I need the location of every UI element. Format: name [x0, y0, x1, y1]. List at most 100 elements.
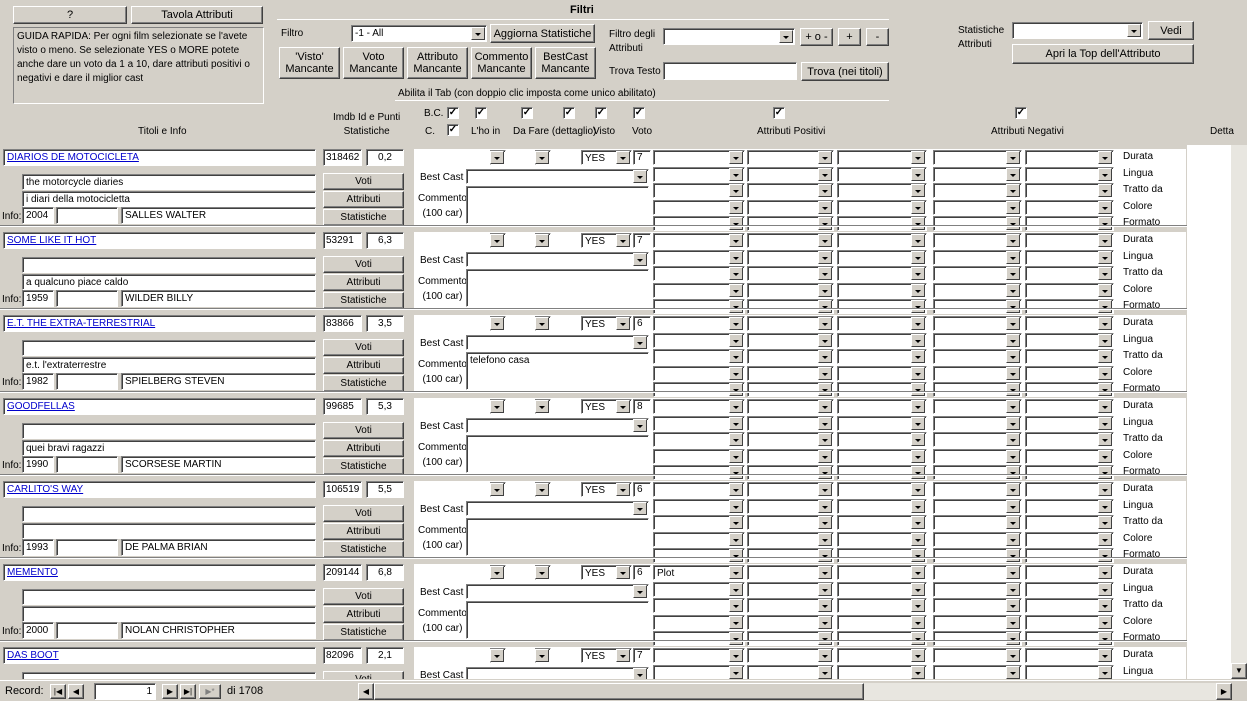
negative-attribute-select[interactable]	[1025, 250, 1114, 265]
chevron-down-icon[interactable]	[729, 583, 743, 596]
chevron-down-icon[interactable]	[818, 201, 832, 214]
comment-field[interactable]	[466, 518, 649, 556]
have-select[interactable]	[490, 150, 506, 165]
positive-attribute-select[interactable]	[653, 150, 745, 165]
negative-attribute-select[interactable]	[1025, 532, 1114, 547]
positive-attribute-select[interactable]	[837, 333, 927, 348]
chevron-down-icon[interactable]	[729, 317, 743, 330]
chevron-down-icon[interactable]	[818, 533, 832, 546]
negative-attribute-select[interactable]	[933, 482, 1022, 497]
chevron-down-icon[interactable]	[1098, 417, 1112, 430]
negative-attribute-select[interactable]	[1025, 499, 1114, 514]
positive-attribute-select[interactable]	[653, 582, 745, 597]
chevron-down-icon[interactable]	[490, 400, 504, 413]
chevron-down-icon[interactable]	[729, 533, 743, 546]
first-record-icon[interactable]: |◀	[50, 684, 66, 699]
negative-attribute-select[interactable]	[933, 233, 1022, 248]
todo-select[interactable]	[535, 648, 551, 663]
chevron-down-icon[interactable]	[911, 284, 925, 297]
missing-seen-button[interactable]: 'Visto' Mancante	[279, 47, 340, 79]
negative-attribute-select[interactable]	[1025, 283, 1114, 298]
info-extra-field[interactable]	[56, 539, 118, 556]
comment-field[interactable]	[466, 269, 649, 307]
chevron-down-icon[interactable]	[1006, 616, 1020, 629]
imdb-id-field[interactable]: 99685	[323, 398, 362, 415]
negative-attribute-select[interactable]	[933, 449, 1022, 464]
negative-attribute-select[interactable]	[1025, 416, 1114, 431]
chevron-down-icon[interactable]	[1098, 500, 1112, 513]
negative-attribute-select[interactable]	[1025, 582, 1114, 597]
chevron-down-icon[interactable]	[729, 350, 743, 363]
chevron-down-icon[interactable]	[1098, 367, 1112, 380]
negative-attribute-select[interactable]	[933, 183, 1022, 198]
chevron-down-icon[interactable]	[818, 666, 832, 679]
filter-select[interactable]: -1 - All	[351, 25, 487, 42]
negative-attribute-select[interactable]	[933, 416, 1022, 431]
statistics-button[interactable]: Statistiche	[323, 375, 404, 392]
imdb-id-field[interactable]: 318462	[323, 149, 362, 166]
chevron-down-icon[interactable]	[1006, 417, 1020, 430]
negative-attribute-select[interactable]	[1025, 266, 1114, 281]
info-extra-field[interactable]	[56, 622, 118, 639]
chevron-down-icon[interactable]	[1098, 516, 1112, 529]
chevron-down-icon[interactable]	[1098, 616, 1112, 629]
positive-attribute-select[interactable]: Plot	[653, 565, 745, 580]
tab-seen-checkbox[interactable]: ✓	[595, 107, 607, 119]
chevron-down-icon[interactable]	[1006, 201, 1020, 214]
tab-c-checkbox[interactable]: ✓	[447, 124, 459, 136]
positive-attribute-select[interactable]	[747, 349, 834, 364]
movie-title-link[interactable]: CARLITO'S WAY	[3, 481, 316, 498]
negative-attribute-select[interactable]	[933, 200, 1022, 215]
open-top-attribute-button[interactable]: Apri la Top dell'Attributo	[1012, 44, 1194, 64]
chevron-down-icon[interactable]	[1098, 583, 1112, 596]
update-stats-button[interactable]: Aggiorna Statistiche	[490, 24, 595, 43]
chevron-down-icon[interactable]	[490, 151, 504, 164]
director-field[interactable]: SALLES WALTER	[121, 207, 316, 224]
italian-title-field[interactable]	[22, 523, 316, 539]
chevron-down-icon[interactable]	[911, 533, 925, 546]
best-cast-select[interactable]	[466, 418, 649, 433]
chevron-down-icon[interactable]	[911, 168, 925, 181]
director-field[interactable]: DE PALMA BRIAN	[121, 539, 316, 556]
chevron-down-icon[interactable]	[1098, 533, 1112, 546]
plus-button[interactable]: +	[838, 28, 861, 46]
positive-attribute-select[interactable]	[747, 615, 834, 630]
chevron-down-icon[interactable]	[1006, 234, 1020, 247]
original-title-field[interactable]	[22, 257, 316, 273]
chevron-down-icon[interactable]	[633, 502, 647, 515]
chevron-down-icon[interactable]	[911, 500, 925, 513]
negative-attribute-select[interactable]	[933, 316, 1022, 331]
positive-attribute-select[interactable]	[837, 432, 927, 447]
original-title-field[interactable]: the motorcycle diaries	[22, 174, 316, 190]
positive-attribute-select[interactable]	[747, 316, 834, 331]
votes-button[interactable]: Voti	[323, 422, 404, 439]
positive-attribute-select[interactable]	[837, 648, 927, 663]
best-cast-select[interactable]	[466, 584, 649, 599]
scroll-right-icon[interactable]: ▶	[1216, 683, 1232, 700]
positive-attribute-select[interactable]	[653, 449, 745, 464]
chevron-down-icon[interactable]	[490, 234, 504, 247]
chevron-down-icon[interactable]	[729, 599, 743, 612]
votes-button[interactable]: Voti	[323, 671, 404, 679]
chevron-down-icon[interactable]	[1098, 483, 1112, 496]
chevron-down-icon[interactable]	[616, 400, 630, 413]
chevron-down-icon[interactable]	[729, 500, 743, 513]
chevron-down-icon[interactable]	[535, 151, 549, 164]
chevron-down-icon[interactable]	[1006, 251, 1020, 264]
chevron-down-icon[interactable]	[1098, 317, 1112, 330]
positive-attribute-select[interactable]	[837, 366, 927, 381]
italian-title-field[interactable]: e.t. l'extraterrestre	[22, 357, 316, 373]
chevron-down-icon[interactable]	[1098, 151, 1112, 164]
positive-attribute-select[interactable]	[653, 316, 745, 331]
chevron-down-icon[interactable]	[729, 417, 743, 430]
todo-select[interactable]	[535, 482, 551, 497]
chevron-down-icon[interactable]	[1098, 184, 1112, 197]
year-field[interactable]: 2004	[22, 207, 54, 224]
chevron-down-icon[interactable]	[1098, 168, 1112, 181]
chevron-down-icon[interactable]	[490, 317, 504, 330]
attr-filter-select[interactable]	[663, 28, 795, 45]
comment-field[interactable]	[466, 601, 649, 639]
chevron-down-icon[interactable]	[911, 317, 925, 330]
negative-attribute-select[interactable]	[933, 167, 1022, 182]
todo-select[interactable]	[535, 316, 551, 331]
